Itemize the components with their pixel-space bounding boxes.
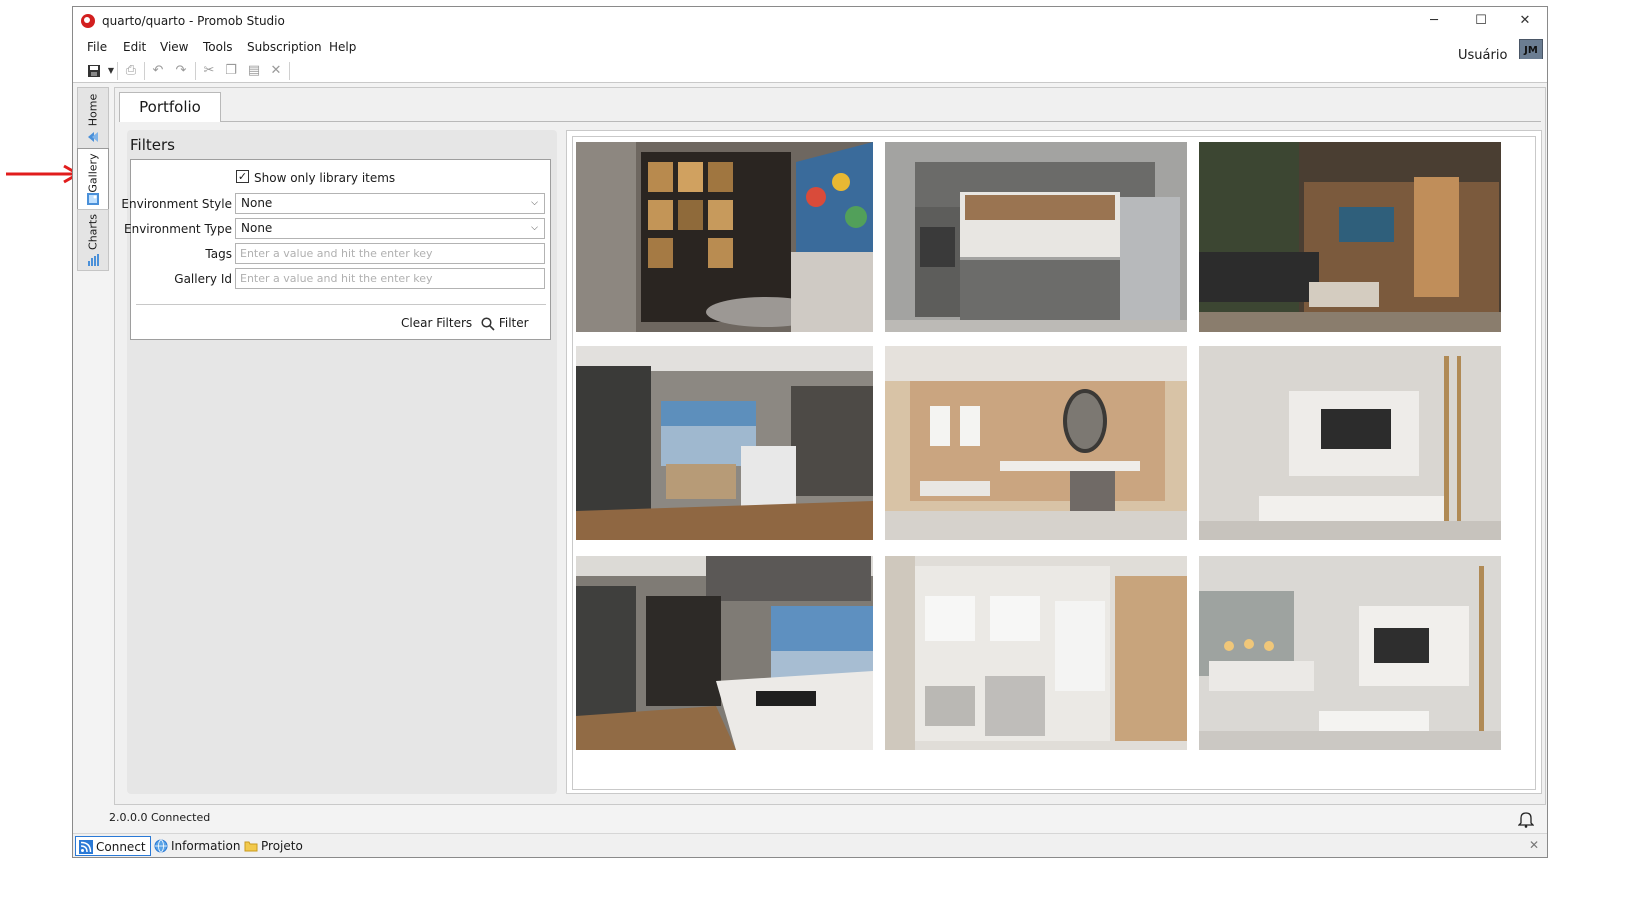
cut-icon[interactable]: ✂ (201, 63, 217, 79)
title-bar: quarto/quarto - Promob Studio ─ ☐ ✕ (73, 7, 1547, 35)
redo-icon[interactable]: ↷ (173, 63, 189, 79)
tab-charts[interactable]: Charts (77, 209, 109, 271)
tab-home[interactable]: Home (77, 87, 109, 149)
copy-icon[interactable]: ❐ (223, 63, 239, 79)
tab-portfolio[interactable]: Portfolio (119, 92, 221, 122)
save-icon[interactable] (87, 64, 103, 80)
show-library-checkbox[interactable]: ✓ (236, 170, 249, 183)
environment-style-value: None (241, 196, 273, 210)
close-panel-icon[interactable]: ✕ (1529, 838, 1539, 852)
environment-type-select[interactable]: None ⌵ (235, 218, 545, 239)
connect-label: Connect (96, 840, 146, 854)
project-button[interactable]: Projeto (241, 836, 303, 856)
menu-tools[interactable]: Tools (203, 40, 233, 54)
bell-icon[interactable] (1518, 810, 1534, 828)
gallery-item-white-tv-panel[interactable] (1199, 346, 1501, 540)
toolbar: ▼ ⎙ ↶ ↷ ✂ ❐ ▤ ✕ (73, 59, 1547, 83)
menu-bar: File Edit View Tools Subscription Help (73, 35, 1547, 59)
filters-panel: Filters ✓ Show only library items Enviro… (121, 130, 557, 794)
tags-label: Tags (205, 247, 232, 261)
user-avatar[interactable]: JM (1519, 39, 1543, 61)
tags-input[interactable]: Enter a value and hit the enter key (235, 243, 545, 264)
gallery-tab-icon (87, 193, 99, 205)
information-label: Information (171, 839, 241, 853)
gallery-item-kitchen-island[interactable] (576, 556, 873, 750)
menu-file[interactable]: File (87, 40, 107, 54)
paste-icon[interactable]: ▤ (246, 63, 262, 79)
maximize-button[interactable]: ☐ (1459, 11, 1503, 31)
toolbar-separator (117, 62, 118, 80)
tab-home-label: Home (86, 93, 100, 127)
gallery-item-walk-in-wardrobe[interactable] (885, 556, 1187, 750)
tab-gallery-label: Gallery (86, 153, 100, 193)
search-icon (481, 316, 495, 331)
tab-gallery[interactable]: Gallery (77, 148, 109, 210)
toolbar-separator (289, 62, 290, 80)
gallery-id-label: Gallery Id (174, 272, 232, 286)
chevron-down-icon: ⌵ (531, 198, 538, 208)
gallery-item-dining-living[interactable] (1199, 556, 1501, 750)
environment-type-value: None (241, 221, 273, 235)
gallery-panel (566, 130, 1542, 794)
environment-style-label: Environment Style (121, 197, 232, 211)
menu-subscription[interactable]: Subscription (247, 40, 322, 54)
close-button[interactable]: ✕ (1503, 11, 1547, 31)
status-text: 2.0.0.0 Connected (109, 811, 211, 824)
connect-button[interactable]: Connect (75, 836, 151, 856)
rss-connect-icon (79, 840, 93, 854)
undo-icon[interactable]: ↶ (150, 63, 166, 79)
app-window: quarto/quarto - Promob Studio ─ ☐ ✕ File… (72, 6, 1548, 858)
gallery-grid (572, 136, 1536, 790)
clear-filters-button[interactable]: Clear Filters (401, 316, 472, 330)
minimize-button[interactable]: ─ (1412, 11, 1456, 31)
folder-icon (244, 841, 258, 852)
toolbar-separator (144, 62, 145, 80)
filters-separator (136, 304, 546, 305)
project-label: Projeto (261, 839, 303, 853)
chevron-down-icon: ⌵ (531, 223, 538, 233)
gallery-item-living-room-shelves[interactable] (576, 142, 873, 332)
promob-logo-icon (81, 14, 95, 28)
menu-view[interactable]: View (160, 40, 188, 54)
tab-charts-label: Charts (86, 214, 100, 250)
print-icon[interactable]: ⎙ (123, 63, 139, 79)
toolbar-separator (195, 62, 196, 80)
tab-divider (119, 121, 1541, 122)
filter-button-label: Filter (498, 316, 529, 330)
gallery-item-dressing-vanity[interactable] (885, 346, 1187, 540)
show-library-label[interactable]: Show only library items (254, 171, 395, 185)
environment-style-select[interactable]: None ⌵ (235, 193, 545, 214)
information-button[interactable]: Information (151, 836, 240, 856)
charts-tab-icon (88, 254, 99, 266)
bottom-bar: Connect Information Projeto ✕ (73, 833, 1547, 857)
filters-title: Filters (130, 136, 175, 154)
gallery-item-tv-room[interactable] (1199, 142, 1501, 332)
gallery-item-gray-kitchen[interactable] (885, 142, 1187, 332)
menu-help[interactable]: Help (329, 40, 356, 54)
side-tabs: Home Gallery Charts (75, 87, 111, 277)
menu-edit[interactable]: Edit (123, 40, 146, 54)
filter-button[interactable]: Filter (481, 313, 529, 333)
gallery-item-open-kitchen[interactable] (576, 346, 873, 540)
window-title: quarto/quarto - Promob Studio (102, 14, 285, 28)
gallery-id-input[interactable]: Enter a value and hit the enter key (235, 268, 545, 289)
home-tab-icon (88, 132, 98, 142)
environment-type-label: Environment Type (124, 222, 232, 236)
globe-icon (154, 839, 168, 853)
delete-icon[interactable]: ✕ (268, 63, 284, 79)
content-area: Portfolio Filters ✓ Show only library it… (114, 87, 1546, 805)
filters-box: ✓ Show only library items Environment St… (121, 159, 551, 340)
